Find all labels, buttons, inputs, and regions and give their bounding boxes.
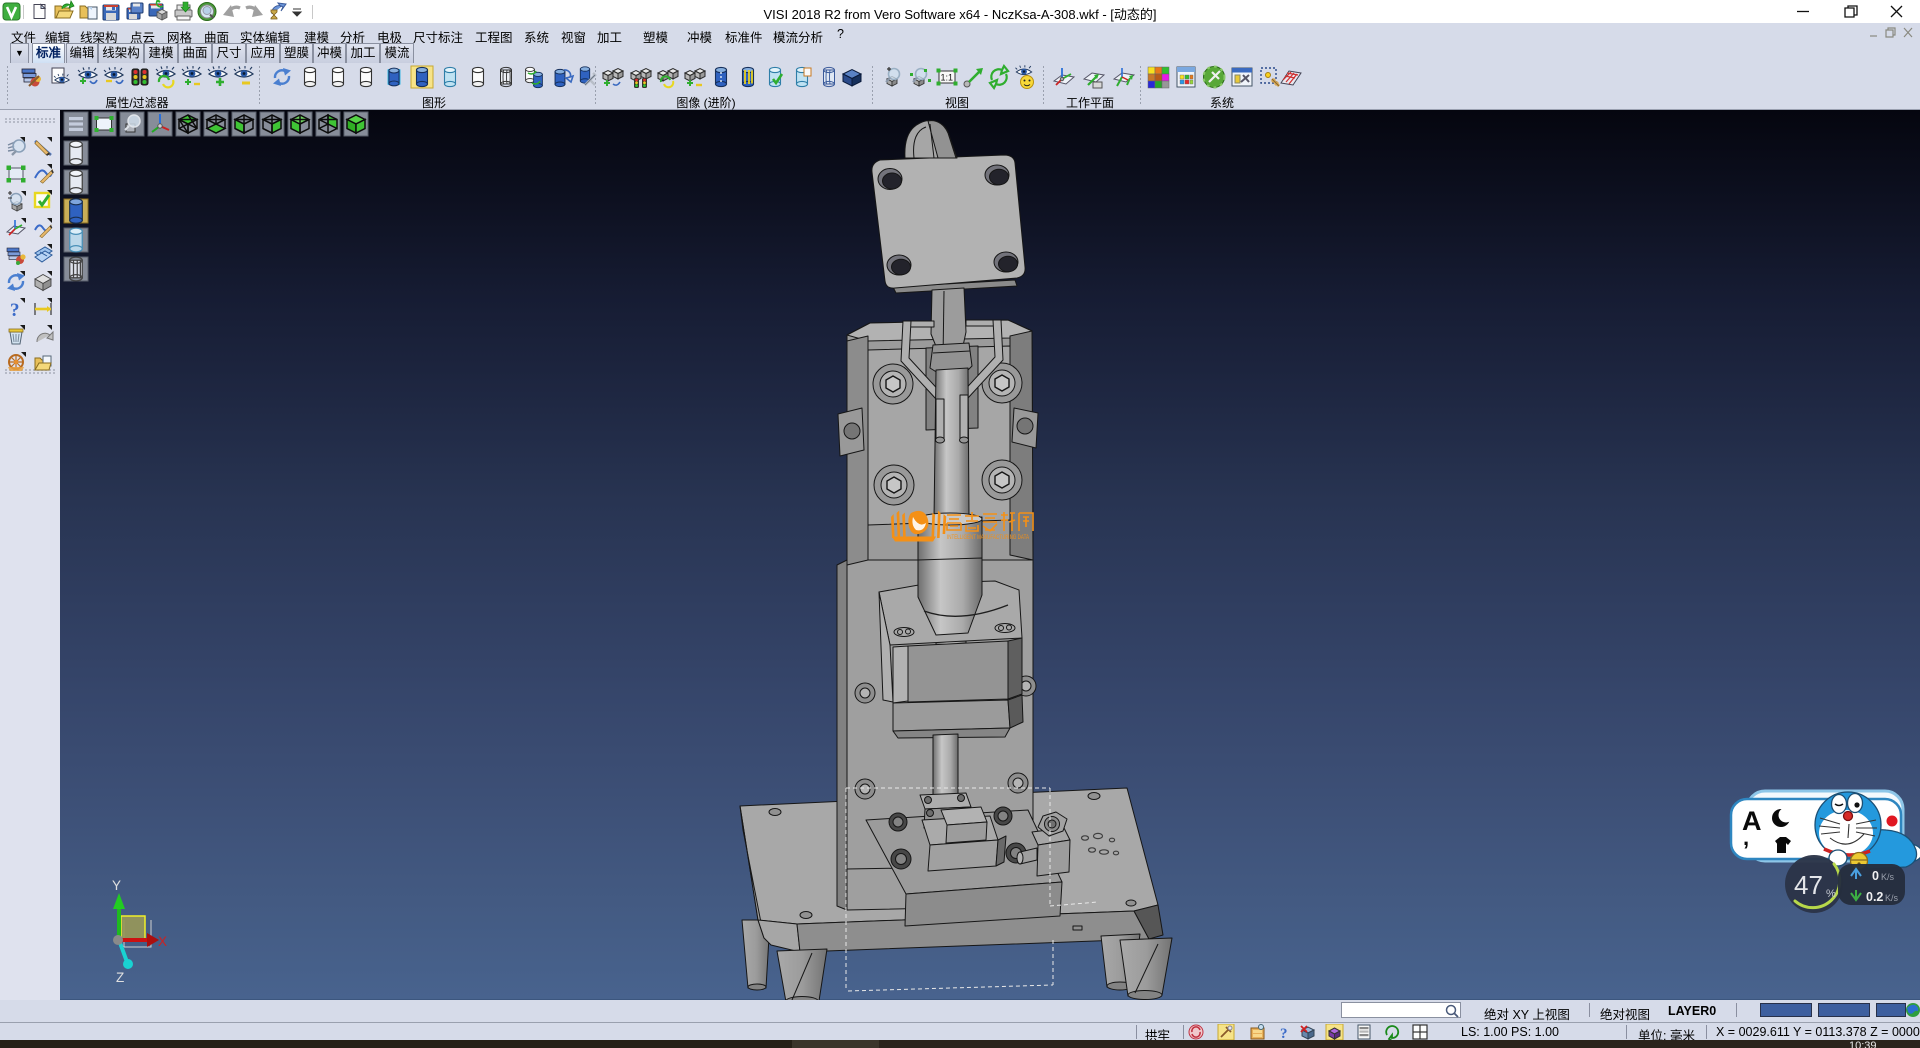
svg-text:K/s: K/s <box>1885 893 1899 903</box>
svg-text:?: ? <box>10 300 20 321</box>
svg-text:,: , <box>1743 825 1749 850</box>
svg-text:Y: Y <box>112 878 121 893</box>
svg-text:1:1: 1:1 <box>941 73 954 83</box>
svg-text:0.2: 0.2 <box>1866 890 1883 904</box>
svg-text:0: 0 <box>1872 869 1879 883</box>
svg-text:47: 47 <box>1794 870 1823 900</box>
svg-text:X: X <box>158 934 167 949</box>
svg-text:INTELLIGENT MANUFACTURING DATA: INTELLIGENT MANUFACTURING DATA <box>947 535 1029 541</box>
svg-text:%: % <box>1826 888 1836 900</box>
svg-text:?: ? <box>1280 1026 1288 1040</box>
svg-text:K/s: K/s <box>1881 872 1895 882</box>
svg-text:Z: Z <box>116 970 124 985</box>
